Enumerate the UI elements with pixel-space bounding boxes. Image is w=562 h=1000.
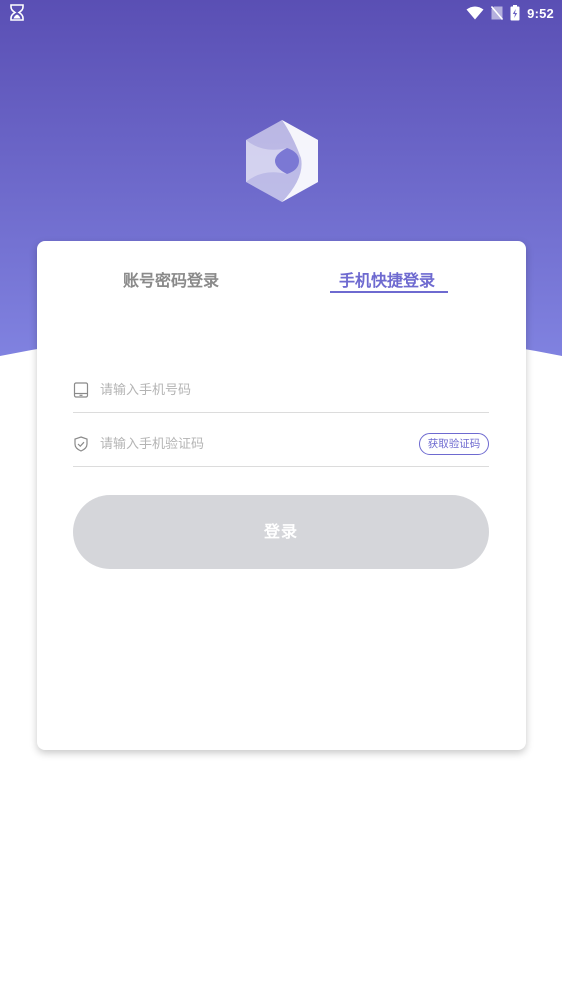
battery-charging-icon (510, 5, 520, 21)
shield-icon (74, 436, 88, 452)
hourglass-icon (10, 4, 24, 21)
status-time: 9:52 (527, 5, 554, 21)
code-field: 获取验证码 (73, 422, 489, 467)
tab-phone-login[interactable]: 手机快捷登录 (339, 267, 435, 291)
no-sim-icon (491, 6, 504, 20)
phone-field (73, 368, 489, 413)
tab-password-login[interactable]: 账号密码登录 (123, 267, 219, 291)
hexagon-logo-icon (246, 120, 318, 202)
login-button[interactable]: 登录 (73, 495, 489, 569)
verification-code-input[interactable] (100, 432, 400, 456)
phone-input[interactable] (100, 378, 400, 402)
active-tab-indicator (330, 291, 448, 293)
phone-icon (73, 382, 89, 398)
login-screen: 9:52 账号密码登录 手机快捷登录 请输入手机号码 请输入手机验证码 获取验证… (0, 0, 562, 1000)
login-card: 账号密码登录 手机快捷登录 获取验证码 登录 (37, 241, 526, 750)
status-bar: 9:52 (0, 0, 562, 26)
wifi-icon (466, 6, 484, 20)
status-icons: 9:52 (466, 3, 554, 23)
get-code-button[interactable]: 获取验证码 (419, 433, 489, 455)
login-tabs: 账号密码登录 手机快捷登录 (37, 267, 526, 299)
